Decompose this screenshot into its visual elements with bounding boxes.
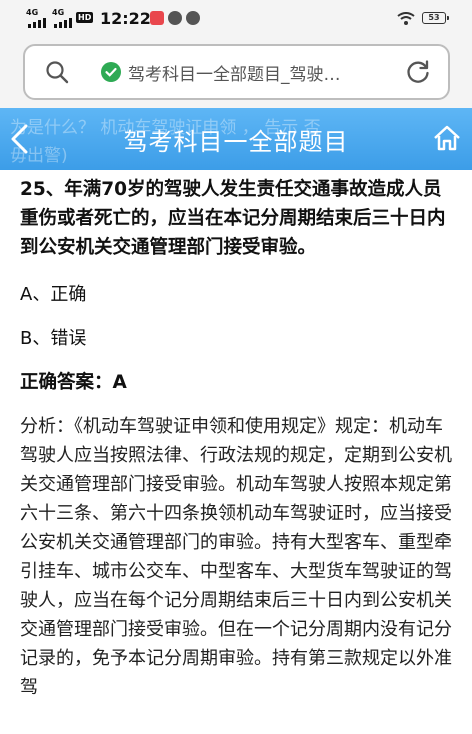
page-title: 驾考科目一全部题目 — [123, 128, 349, 156]
signal-icon-2 — [54, 18, 72, 28]
page-header: 为是什么？ 机动车驾驶证申领 ， 告示 否 毋出警) 驾考科目一全部题目 — [0, 108, 472, 170]
option-a[interactable]: A、正确 — [20, 282, 452, 308]
network-indicator-2: 4G — [52, 8, 65, 17]
clock: 12:22 — [100, 9, 151, 28]
network-indicator-1: 4G — [26, 8, 39, 17]
home-icon[interactable] — [432, 124, 462, 152]
question-content: 25、年满70岁的驾驶人发生责任交通事故造成人员重伤或者死亡的，应当在本记分周期… — [20, 175, 452, 702]
compass-icon — [186, 11, 200, 25]
battery-icon: 53 — [422, 12, 449, 24]
browser-toolbar: 驾考科目一全部题目_驾驶… — [0, 38, 472, 108]
app-notification-icon — [150, 11, 164, 25]
wechat-icon — [168, 11, 182, 25]
signal-icon — [28, 18, 46, 28]
hd-badge: HD — [76, 12, 94, 23]
search-icon[interactable] — [45, 60, 69, 84]
correct-answer: 正确答案：A — [20, 372, 127, 393]
address-bar[interactable]: 驾考科目一全部题目_驾驶… — [23, 44, 450, 100]
option-b[interactable]: B、错误 — [20, 326, 452, 352]
secure-shield-icon — [101, 62, 121, 82]
analysis-text: 分析：《机动车驾驶证申领和使用规定》规定：机动车驾驶人应当按照法律、行政法规的规… — [20, 416, 452, 698]
refresh-icon[interactable] — [405, 59, 431, 85]
status-bar: 4G 4G HD 12:22 53 — [0, 0, 472, 38]
question-text: 25、年满70岁的驾驶人发生责任交通事故造成人员重伤或者死亡的，应当在本记分周期… — [20, 179, 446, 258]
wifi-icon — [397, 12, 415, 25]
url-text[interactable]: 驾考科目一全部题目_驾驶… — [128, 60, 388, 85]
